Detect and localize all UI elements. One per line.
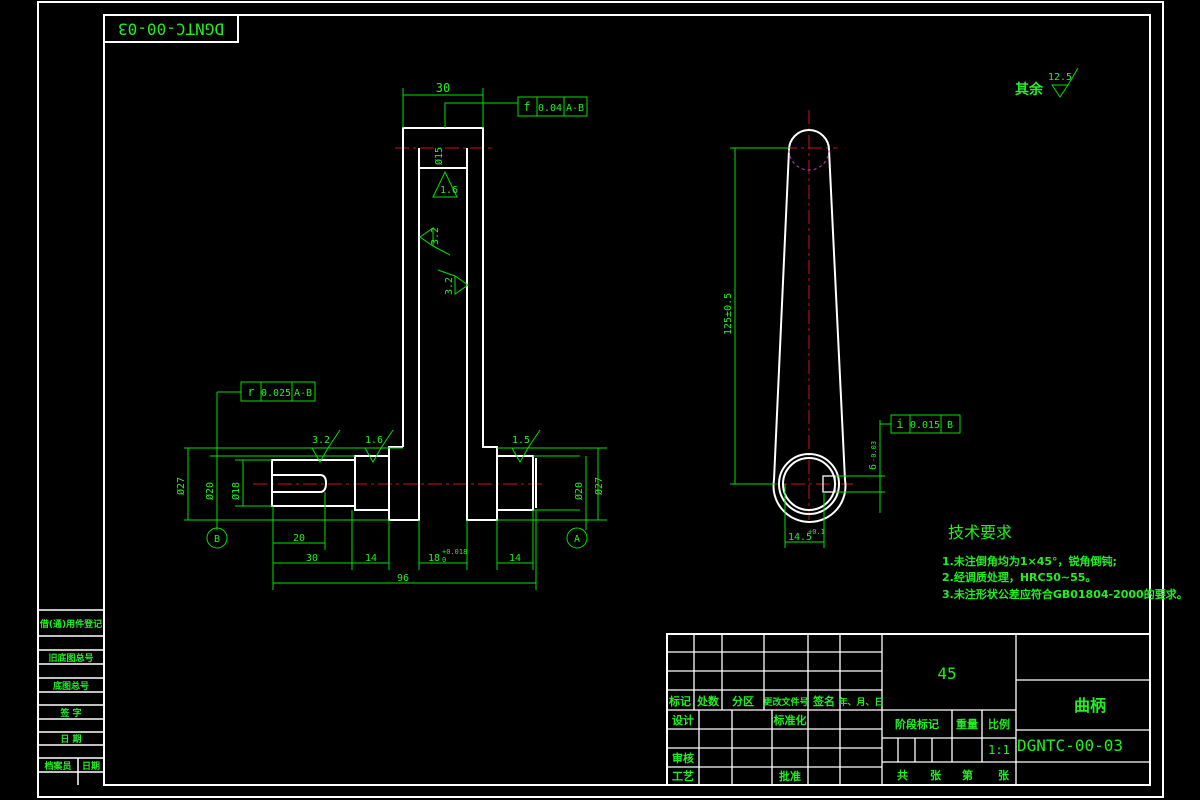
dim-width: 30 xyxy=(436,81,450,95)
drawing-text: -0.03 xyxy=(870,441,878,462)
drawing-text: 14 xyxy=(509,553,521,564)
drawing-text: 12.5 xyxy=(1048,72,1072,83)
scale: 1:1 xyxy=(988,743,1010,757)
outer-frame xyxy=(37,1,1164,798)
drawing-text: 第 xyxy=(962,768,973,782)
drawing-text: f xyxy=(523,100,530,114)
drawing-text: 年、月、日 xyxy=(838,696,883,708)
drawing-text: A-B xyxy=(566,103,584,114)
drawing-text: 标准化 xyxy=(773,713,807,727)
drawing-text: 共 xyxy=(897,768,908,782)
drawing-text: 旧底图总号 xyxy=(48,652,93,664)
drawing-text: 张 xyxy=(930,768,942,782)
drawing-text: A-B xyxy=(294,388,312,399)
side-column: 借(通)用件登记 旧底图总号 底图总号 签 字 日 期 档案员 日期 xyxy=(38,609,104,785)
drawing-text: 30 xyxy=(306,553,318,564)
drawing-text: 签 字 xyxy=(59,707,81,719)
drawing-text: 0.015 xyxy=(910,420,940,431)
drawing-text: 工艺 xyxy=(672,769,694,783)
drawing-text: Ø20 xyxy=(204,482,216,500)
side-view: 125±0.5 6 -0.03 i 0.015 B 14.5 +0.1 xyxy=(723,110,961,548)
drawing-text: i xyxy=(896,417,903,431)
drawing-text: 技术要求 xyxy=(948,523,1012,542)
drawing-text: +0.1 xyxy=(808,528,825,536)
drawing-text: Ø18 xyxy=(230,482,242,500)
drawing-text: 审核 xyxy=(672,751,694,765)
drawing-number: DGNTC-00-03 xyxy=(1017,736,1123,755)
drawing-text: 底图总号 xyxy=(53,680,89,692)
drawing-text: 18 xyxy=(428,553,440,564)
drawing-text: 借(通)用件登记 xyxy=(39,618,102,630)
drawing-text: Ø27 xyxy=(175,477,187,495)
drawing-text: 日 期 xyxy=(60,733,81,745)
drawing-text: r xyxy=(247,385,254,399)
drawing-text: 张 xyxy=(998,768,1010,782)
drawing-text: 日期 xyxy=(82,760,100,772)
drawing-text: 96 xyxy=(397,573,409,584)
material: 45 xyxy=(937,664,956,683)
drawing-text: 20 xyxy=(293,533,305,544)
front-view: 30 f 0.04 A-B Ø15 1.6 3.2 3.2 Ø27 Ø20 Ø1… xyxy=(175,81,607,590)
drawing-text: 标记 xyxy=(668,694,691,708)
title-block: 标记 处数 分区 更改文件号 签名 年、月、日 设计 标准化 审核 工艺 批准 … xyxy=(666,633,1151,786)
drawing-text: +0.018 xyxy=(442,548,467,556)
dim-bore: Ø15 xyxy=(433,147,445,165)
drawing-text: 处数 xyxy=(696,694,720,708)
drawing-text: 比例 xyxy=(988,717,1010,731)
drawing-text: 1.6 xyxy=(365,435,383,446)
drawing-text: A xyxy=(574,534,580,545)
drawing-text: 设计 xyxy=(672,713,694,727)
drawing-text: 0 xyxy=(442,556,446,564)
fcf-top: f 0.04 A-B xyxy=(517,96,588,117)
drawing-text: 阶段标记 xyxy=(895,717,939,731)
drawing-text: 0.025 xyxy=(261,388,291,399)
dim-center-distance: 125±0.5 xyxy=(723,293,734,335)
drawing-text: Ø20 xyxy=(573,482,585,500)
fcf-side: i 0.015 B xyxy=(890,414,961,434)
cad-drawing: DGNTC-00-03 30 f 0.04 A-B Ø15 1.6 3.2 3.… xyxy=(37,1,1188,798)
drawing-text: 6 xyxy=(868,464,879,470)
drawing-text: 1.6 xyxy=(440,185,458,196)
drawing-text: 签名 xyxy=(812,694,835,708)
drawing-text: 14 xyxy=(365,553,377,564)
drawing-text: 3.2 xyxy=(312,435,330,446)
fcf-left: r 0.025 A-B xyxy=(240,381,316,402)
drawing-text: 2.经调质处理，HRC50~55。 xyxy=(942,570,1096,584)
drawing-text: 3.2 xyxy=(444,277,455,295)
drawing-text: 重量 xyxy=(956,717,978,731)
drawing-text: 1.5 xyxy=(512,435,530,446)
drawing-text: 1.未注倒角均为1×45°，锐角倒钝; xyxy=(942,554,1117,568)
drawing-text: B xyxy=(214,534,220,545)
surface-roughness-note: 其余 12.5 xyxy=(1015,67,1079,98)
drawing-text: 其余 xyxy=(1015,81,1044,98)
drawing-text: 更改文件号 xyxy=(763,696,808,708)
drawing-text: 档案员 xyxy=(44,760,71,772)
drawing-text: 3.2 xyxy=(430,227,441,245)
drawing-text: B xyxy=(947,420,953,431)
drawing-text: 分区 xyxy=(732,694,754,708)
drawing-text: Ø27 xyxy=(593,477,605,495)
part-name: 曲柄 xyxy=(1074,696,1106,715)
drawing-text: 批准 xyxy=(779,769,801,783)
stamp-code: DGNTC-00-03 xyxy=(118,20,224,39)
drawing-text: 3.未注形状公差应符合GB01804-2000的要求。 xyxy=(942,587,1188,601)
drawing-text: 0.04 xyxy=(538,103,562,114)
